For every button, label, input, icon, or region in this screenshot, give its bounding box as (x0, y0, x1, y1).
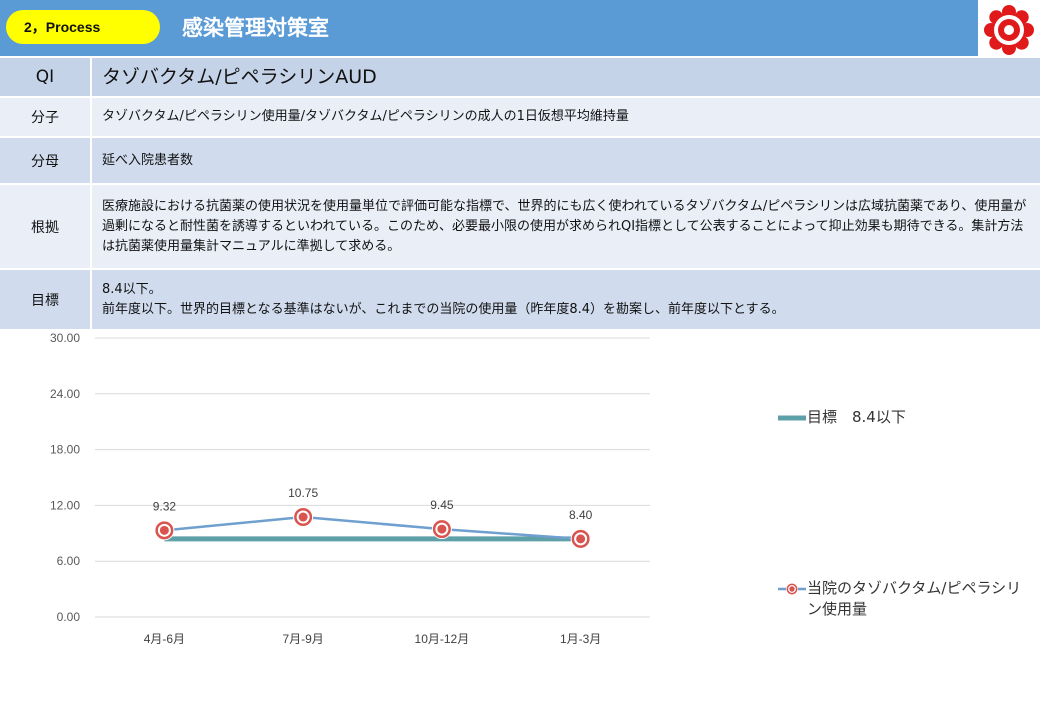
row-text-numerator: タゾバクタム/ピペラシリン使用量/タゾバクタム/ピペラシリンの成人の1日仮想平均… (91, 97, 1040, 138)
chart-svg: 0.00 6.00 12.00 18.00 24.00 30.00 4月-6月 7月-9月 10… (50, 331, 806, 646)
marker-inner (437, 524, 447, 534)
qi-label: QI (0, 58, 92, 98)
y-tick-label: 12.00 (50, 498, 80, 512)
legend-target-label: 目標 8.4以下 (807, 408, 906, 426)
data-label: 9.32 (153, 499, 177, 513)
data-point (431, 519, 452, 540)
y-tick-label: 0.00 (57, 610, 81, 624)
section-badge: 2，Process (6, 10, 160, 44)
usage-series-line (164, 515, 581, 541)
row-text-basis: 医療施設における抗菌薬の使用状況を使用量単位で評価可能な指標で、世界的にも広く使… (91, 184, 1040, 270)
marker-inner (159, 525, 169, 535)
data-point (293, 507, 314, 528)
y-tick-label: 24.00 (50, 387, 80, 401)
x-tick-label: 7月-9月 (282, 632, 323, 646)
row-label-denominator: 分母 (0, 137, 92, 185)
data-label: 8.40 (569, 508, 593, 522)
x-tick-label: 1月-3月 (560, 632, 601, 646)
row-label-basis: 根拠 (0, 184, 92, 270)
legend-usage-label: 当院のタゾバクタム/ピペラシリン使用量 (807, 579, 1022, 618)
qi-value: タゾバクタム/ピペラシリンAUD (91, 58, 1040, 98)
table-row: 根拠 医療施設における抗菌薬の使用状況を使用量単位で評価可能な指標で、世界的にも… (0, 184, 1040, 270)
x-tick-label: 10月-12月 (415, 632, 470, 646)
legend-usage-marker (785, 582, 799, 596)
marker-inner (789, 586, 795, 592)
header-bar: 2，Process 感染管理対策室 (0, 0, 978, 56)
hospital-logo (978, 0, 1040, 60)
x-tick-label: 4月-6月 (144, 632, 185, 646)
data-point (154, 520, 175, 541)
data-point (570, 528, 591, 549)
target-line-1: 8.4以下。 (102, 281, 162, 297)
page-title: 感染管理対策室 (182, 16, 329, 40)
target-line-2: 前年度以下。世界的目標となる基準はないが、これまでの当院の使用量（昨年度8.4）… (102, 301, 785, 317)
y-tick-label: 18.00 (50, 443, 80, 457)
table-row: 分母 延べ入院患者数 (0, 137, 1040, 185)
marker-inner (576, 534, 586, 544)
usage-chart: 0.00 6.00 12.00 18.00 24.00 30.00 4月-6月 7月-9月 10… (0, 320, 1040, 720)
data-label: 9.45 (430, 498, 454, 512)
qi-row: QI タゾバクタム/ピペラシリンAUD (0, 58, 1040, 98)
marker-inner (298, 512, 308, 522)
qi-table: QI タゾバクタム/ピペラシリンAUD 分子 タゾバクタム/ピペラシリン使用量/… (0, 58, 1040, 331)
y-tick-label: 30.00 (50, 331, 80, 345)
row-text-denominator: 延べ入院患者数 (91, 137, 1040, 185)
table-row: 分子 タゾバクタム/ピペラシリン使用量/タゾバクタム/ピペラシリンの成人の1日仮… (0, 97, 1040, 138)
data-label: 10.75 (288, 486, 318, 500)
row-label-numerator: 分子 (0, 97, 92, 138)
y-tick-label: 6.00 (57, 554, 81, 568)
